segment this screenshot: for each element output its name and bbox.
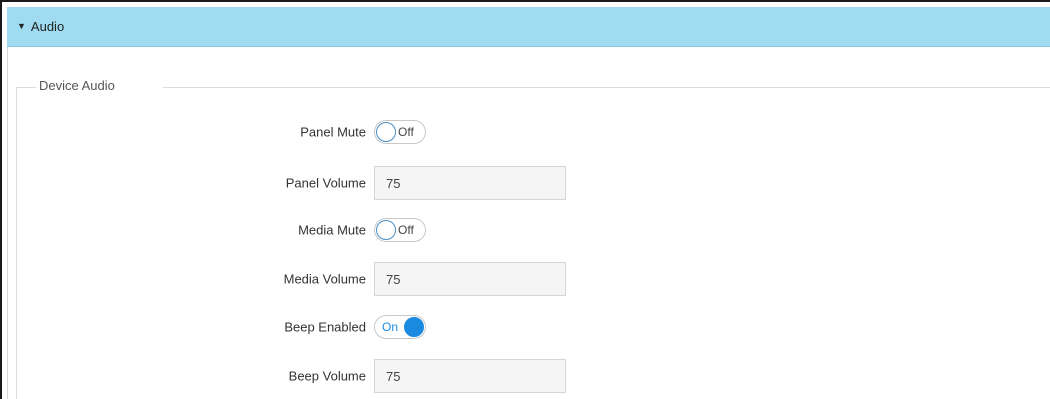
beep-enabled-toggle[interactable]: On [374, 315, 426, 339]
media-volume-row: Media Volume [8, 262, 1050, 296]
panel-volume-row: Panel Volume [8, 166, 1050, 200]
fieldset-legend: Device Audio [39, 78, 115, 93]
toggle-knob [404, 317, 424, 337]
media-mute-row: Media Mute Off [8, 213, 1050, 247]
panel-volume-label: Panel Volume [285, 175, 366, 191]
beep-volume-row: Beep Volume [8, 359, 1050, 393]
fieldset-border [163, 87, 1050, 88]
audio-section-header[interactable]: ▼ Audio [7, 7, 1050, 47]
panel-volume-input[interactable] [374, 166, 566, 200]
media-volume-input[interactable] [374, 262, 566, 296]
toggle-state-text: On [382, 320, 399, 334]
section-title: Audio [30, 19, 65, 34]
panel-mute-toggle[interactable]: Off [374, 120, 426, 144]
beep-volume-label: Beep Volume [288, 368, 366, 384]
toggle-knob [376, 122, 396, 142]
toggle-knob [376, 220, 396, 240]
media-mute-label: Media Mute [298, 222, 366, 238]
collapse-caret-icon[interactable]: ▼ [17, 22, 26, 31]
toggle-state-text: Off [398, 125, 414, 139]
beep-enabled-row: Beep Enabled On [8, 310, 1050, 344]
panel-mute-label: Panel Mute [300, 124, 366, 140]
audio-section-panel: Device Audio Panel Mute Off Panel Volume… [7, 47, 1050, 399]
fieldset-border [16, 87, 36, 88]
beep-volume-input[interactable] [374, 359, 566, 393]
media-mute-toggle[interactable]: Off [374, 218, 426, 242]
panel-mute-row: Panel Mute Off [8, 115, 1050, 149]
toggle-state-text: Off [398, 223, 414, 237]
media-volume-label: Media Volume [283, 271, 366, 287]
beep-enabled-label: Beep Enabled [284, 319, 366, 335]
